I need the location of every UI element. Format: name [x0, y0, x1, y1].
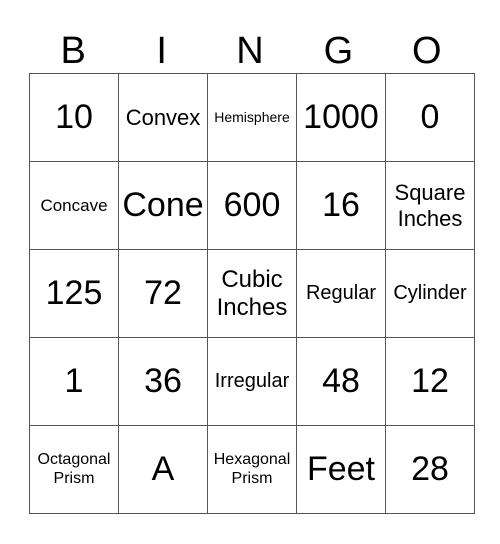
bingo-card: 10 Convex Hemisphere 1000 0 Concave Cone…: [29, 73, 475, 514]
header-letter-n: N: [236, 30, 264, 72]
bingo-cell[interactable]: 36: [118, 337, 208, 426]
header-letter-g: G: [323, 30, 354, 72]
bingo-cell[interactable]: 0: [385, 73, 475, 162]
bingo-cell[interactable]: 1000: [296, 73, 386, 162]
bingo-cell[interactable]: 1: [29, 337, 119, 426]
bingo-row: 1 36 Irregular 48 12: [29, 337, 475, 426]
bingo-cell[interactable]: Cubic Inches: [207, 249, 297, 338]
bingo-cell[interactable]: 600: [207, 161, 297, 250]
bingo-cell[interactable]: Cylinder: [385, 249, 475, 338]
bingo-cell[interactable]: 16: [296, 161, 386, 250]
bingo-row: Concave Cone 600 16 Square Inches: [29, 161, 475, 250]
bingo-cell[interactable]: Irregular: [207, 337, 297, 426]
bingo-cell[interactable]: Hexagonal Prism: [207, 425, 297, 514]
bingo-cell[interactable]: 48: [296, 337, 386, 426]
bingo-row: 125 72 Cubic Inches Regular Cylinder: [29, 249, 475, 338]
bingo-cell[interactable]: 10: [29, 73, 119, 162]
header-letter-b: B: [60, 30, 86, 72]
bingo-row: 10 Convex Hemisphere 1000 0: [29, 73, 475, 162]
bingo-cell[interactable]: Hemisphere: [207, 73, 297, 162]
bingo-cell[interactable]: 12: [385, 337, 475, 426]
bingo-cell[interactable]: Octagonal Prism: [29, 425, 119, 514]
bingo-row: Octagonal Prism A Hexagonal Prism Feet 2…: [29, 425, 475, 514]
bingo-cell[interactable]: Convex: [118, 73, 208, 162]
bingo-cell[interactable]: Regular: [296, 249, 386, 338]
bingo-cell[interactable]: 28: [385, 425, 475, 514]
bingo-cell[interactable]: Cone: [118, 161, 208, 250]
bingo-cell[interactable]: 125: [29, 249, 119, 338]
bingo-cell[interactable]: A: [118, 425, 208, 514]
bingo-cell[interactable]: Concave: [29, 161, 119, 250]
bingo-cell[interactable]: Square Inches: [385, 161, 475, 250]
bingo-header: B I N G O: [29, 30, 471, 72]
header-letter-o: O: [412, 30, 442, 72]
bingo-cell[interactable]: 72: [118, 249, 208, 338]
header-letter-i: I: [156, 30, 167, 72]
bingo-cell[interactable]: Feet: [296, 425, 386, 514]
